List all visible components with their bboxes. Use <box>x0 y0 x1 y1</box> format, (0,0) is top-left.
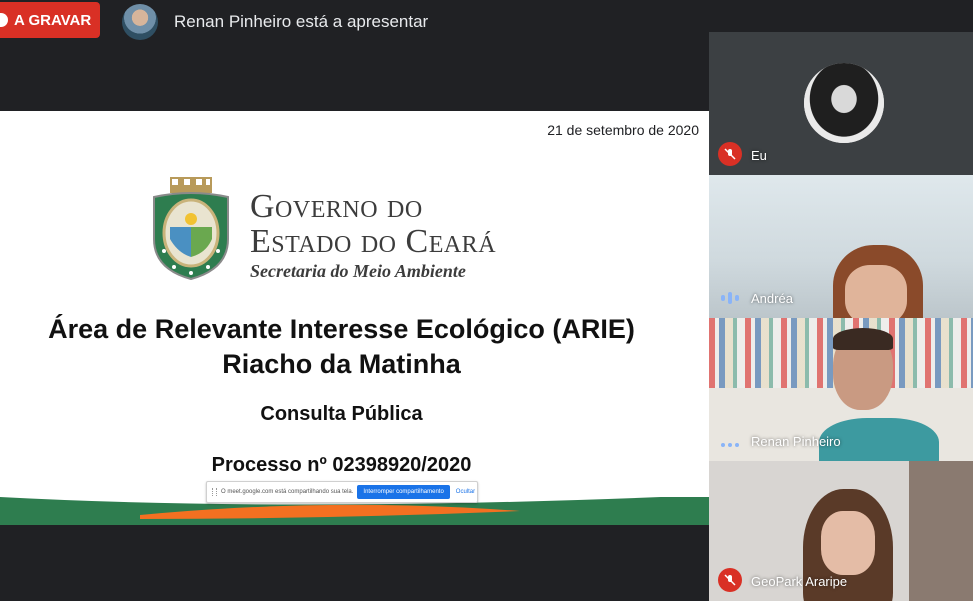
state-crest-icon <box>153 177 229 281</box>
logo-line-2: Estado do Ceará <box>250 223 497 260</box>
screen-share-notification-bar: O meet.google.com está compartilhando su… <box>206 481 478 503</box>
record-dot-icon <box>0 13 8 27</box>
recording-label: A GRAVAR <box>14 11 92 29</box>
logo-line-1: Governo do <box>250 188 423 225</box>
participant-tile-renan[interactable]: Renan Pinheiro <box>709 318 973 461</box>
avatar <box>804 63 884 143</box>
logo-subtitle: Secretaria do Meio Ambiente <box>250 261 466 281</box>
participant-name: Eu <box>751 148 767 163</box>
drag-handle-icon[interactable] <box>212 488 217 496</box>
slide-date: 21 de setembro de 2020 <box>547 122 699 138</box>
slide-title-line-2: Riacho da Matinha <box>222 349 461 379</box>
participant-tile-andrea[interactable]: Andréa <box>709 175 973 318</box>
mic-off-icon <box>718 142 742 166</box>
speaking-indicator-icon <box>721 292 739 304</box>
speaking-indicator-icon <box>721 443 739 447</box>
participant-name: GeoPark Araripe <box>751 574 848 589</box>
government-logo-text: Governo do Estado do Ceará Secretaria do… <box>250 189 496 282</box>
mic-off-icon <box>718 568 742 592</box>
shared-screen: 21 de setembro de 2020 Governo do Estado… <box>0 111 709 525</box>
participant-panel: Eu Andréa Renan Pinheiro GeoPark Araripe <box>709 32 973 601</box>
recording-indicator: A GRAVAR <box>0 2 100 38</box>
stop-sharing-button[interactable]: Interromper compartilhamento <box>357 485 450 499</box>
slide-subtitle: Consulta Pública <box>260 403 423 425</box>
participant-name: Andréa <box>751 291 793 306</box>
hide-button[interactable]: Ocultar <box>456 489 475 495</box>
slide-title-line-1: Área de Relevante Interesse Ecológico (A… <box>48 314 635 344</box>
participant-tile-eu[interactable]: Eu <box>709 32 973 175</box>
participant-tile-geopark[interactable]: GeoPark Araripe <box>709 461 973 601</box>
presenter-text: Renan Pinheiro está a apresentar <box>174 12 429 31</box>
participant-name: Renan Pinheiro <box>751 434 841 449</box>
share-message: O meet.google.com está compartilhando su… <box>221 489 354 495</box>
presenter-avatar <box>122 4 158 40</box>
slide-process-number: Processo nº 02398920/2020 <box>211 454 472 476</box>
